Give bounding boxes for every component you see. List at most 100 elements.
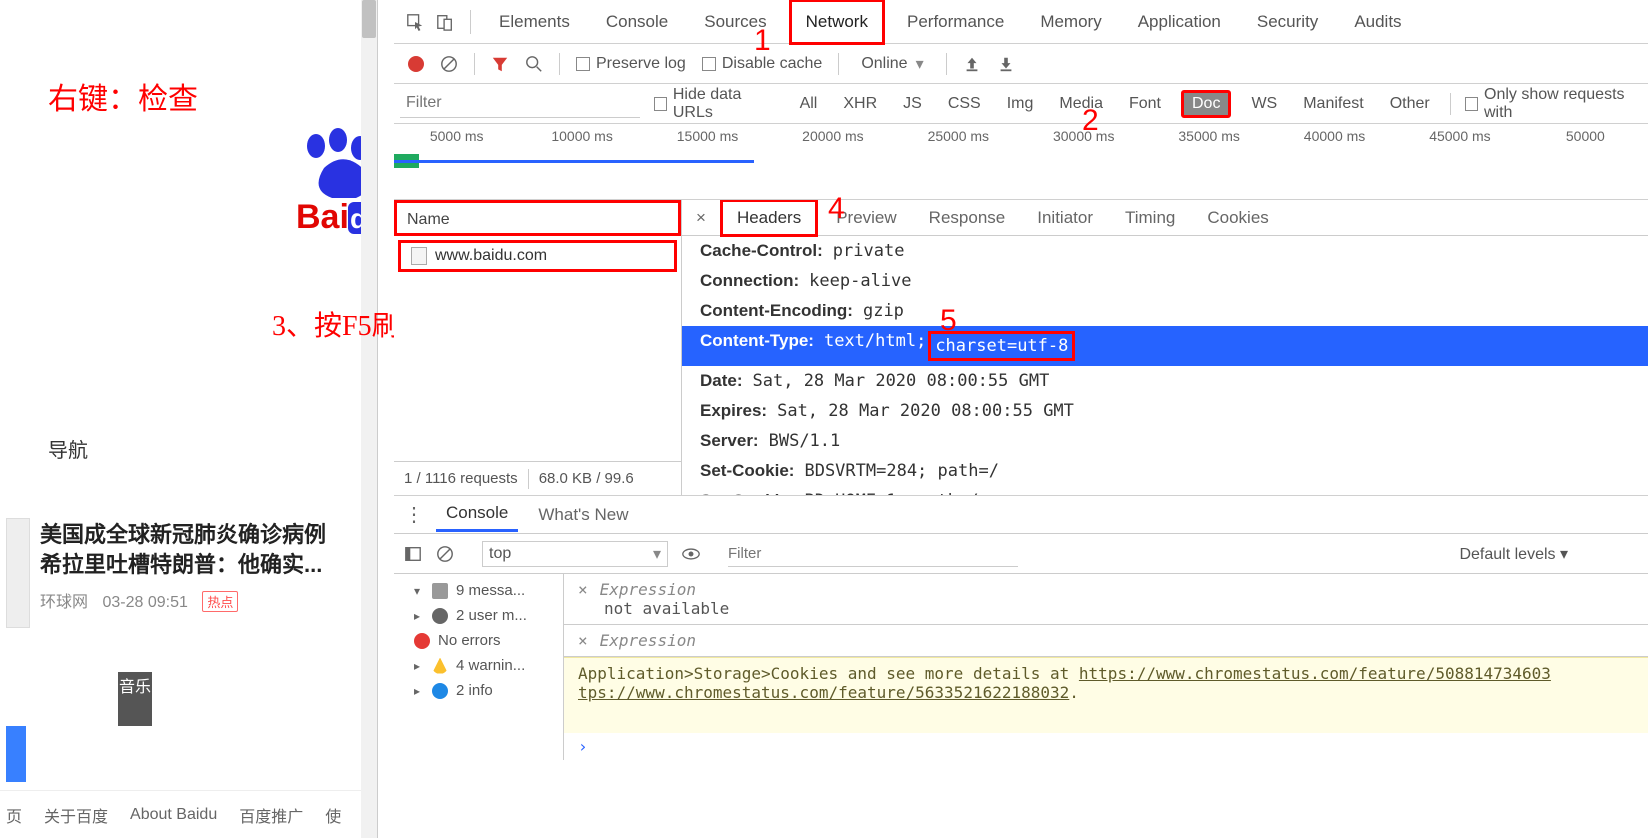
- upload-icon[interactable]: [963, 55, 981, 73]
- filter-input[interactable]: [400, 90, 640, 118]
- tab-audits[interactable]: Audits: [1340, 2, 1415, 42]
- network-timeline[interactable]: 5000 ms 10000 ms 15000 ms 20000 ms 25000…: [394, 124, 1648, 200]
- tab-response[interactable]: Response: [915, 202, 1020, 234]
- msg-group-warnings[interactable]: 4 warnin...: [396, 653, 561, 678]
- tab-headers[interactable]: Headers: [720, 200, 818, 237]
- music-button[interactable]: 音乐: [118, 672, 152, 726]
- filter-type-font[interactable]: Font: [1123, 93, 1167, 115]
- sidebar-toggle-icon[interactable]: [404, 545, 422, 563]
- header-row-selected[interactable]: Content-Type:text/html;charset=utf-8: [682, 326, 1648, 366]
- network-status-bar: 1 / 1116 requests68.0 KB / 99.6: [394, 461, 681, 495]
- tab-initiator[interactable]: Initiator: [1023, 202, 1107, 234]
- tab-application[interactable]: Application: [1124, 2, 1235, 42]
- file-icon: [411, 247, 427, 265]
- page-scrollbar[interactable]: [361, 0, 377, 838]
- tab-security[interactable]: Security: [1243, 2, 1332, 42]
- preserve-log-checkbox[interactable]: Preserve log: [576, 55, 686, 73]
- tab-network[interactable]: Network: [789, 0, 885, 45]
- msg-group-user[interactable]: 2 user m...: [396, 603, 561, 628]
- filter-type-js[interactable]: JS: [897, 93, 928, 115]
- footer-link[interactable]: About Baidu: [130, 806, 217, 824]
- clear-console-icon[interactable]: [436, 545, 454, 563]
- annotation-num-5: 5: [940, 304, 957, 338]
- footer-link[interactable]: 关于百度: [44, 803, 108, 827]
- filter-type-img[interactable]: Img: [1001, 93, 1040, 115]
- only-show-requests-checkbox[interactable]: Only show requests with: [1465, 86, 1648, 122]
- log-levels-select[interactable]: Default levels ▾: [1459, 544, 1568, 564]
- drawer-tab-console[interactable]: Console: [436, 497, 518, 532]
- filter-type-all[interactable]: All: [794, 93, 824, 115]
- header-row[interactable]: Server:BWS/1.1: [682, 426, 1648, 456]
- filter-icon[interactable]: [491, 55, 509, 73]
- console-sidebar: 9 messa... 2 user m... No errors 4 warni…: [394, 574, 564, 760]
- msg-group-errors[interactable]: No errors: [396, 628, 561, 653]
- filter-type-ws[interactable]: WS: [1245, 93, 1283, 115]
- live-expression-box[interactable]: ×Expression: [564, 625, 1648, 657]
- clear-icon[interactable]: [440, 55, 458, 73]
- header-row[interactable]: Content-Encoding:gzip: [682, 296, 1648, 326]
- header-row[interactable]: Set-Cookie:BD_HOME=1; path=/: [682, 486, 1648, 495]
- msg-group-info[interactable]: 2 info: [396, 678, 561, 703]
- news-item[interactable]: 美国成全球新冠肺炎确诊病例希拉里吐槽特朗普：他确实... 环球网 03-28 0…: [0, 516, 362, 612]
- detail-tabs: × Headers Preview Response Initiator Tim…: [682, 200, 1648, 236]
- console-filter-input[interactable]: [728, 541, 1018, 567]
- tab-memory[interactable]: Memory: [1026, 2, 1115, 42]
- name-column-header[interactable]: Name: [394, 200, 681, 236]
- news-source: 环球网: [40, 594, 88, 611]
- warning-link[interactable]: tps://www.chromestatus.com/feature/56335…: [578, 683, 1069, 702]
- device-toggle-icon[interactable]: [434, 11, 456, 33]
- filter-type-xhr[interactable]: XHR: [837, 93, 883, 115]
- request-name-label: www.baidu.com: [435, 247, 547, 265]
- console-prompt[interactable]: ›: [564, 733, 1648, 760]
- tab-performance[interactable]: Performance: [893, 2, 1018, 42]
- download-icon[interactable]: [997, 55, 1015, 73]
- record-button[interactable]: [408, 56, 424, 72]
- request-row[interactable]: www.baidu.com: [398, 240, 677, 272]
- inspect-element-icon[interactable]: [404, 11, 426, 33]
- response-headers-list: Cache-Control:private Connection:keep-al…: [682, 236, 1648, 495]
- network-request-split: Name www.baidu.com 1 / 1116 requests68.0…: [394, 200, 1648, 496]
- news-time: 03-28 09:51: [102, 594, 187, 611]
- console-output: ×Expression not available ×Expression Ap…: [564, 574, 1648, 760]
- footer-link[interactable]: 页: [6, 803, 22, 827]
- filter-type-css[interactable]: CSS: [942, 93, 987, 115]
- footer-links: 页 关于百度 About Baidu 百度推广 使: [0, 790, 362, 838]
- annotation-num-1: 1: [754, 24, 771, 58]
- warning-link[interactable]: https://www.chromestatus.com/feature/508…: [1079, 664, 1551, 683]
- blue-strip: [6, 726, 26, 782]
- context-select[interactable]: top▾: [482, 541, 668, 567]
- nav-header: 导航: [48, 434, 88, 463]
- annotation-num-2: 2: [1082, 104, 1099, 138]
- live-expression-box[interactable]: ×Expression not available: [564, 574, 1648, 625]
- tab-timing[interactable]: Timing: [1111, 202, 1189, 234]
- console-body: 9 messa... 2 user m... No errors 4 warni…: [394, 574, 1648, 760]
- network-filter-bar: Hide data URLs All XHR JS CSS Img Media …: [394, 84, 1648, 124]
- drawer-menu-icon[interactable]: ⋮: [404, 502, 426, 527]
- footer-link[interactable]: 百度推广: [239, 803, 303, 827]
- header-row[interactable]: Set-Cookie:BDSVRTM=284; path=/: [682, 456, 1648, 486]
- drawer-tab-whatsnew[interactable]: What's New: [528, 499, 638, 531]
- close-icon[interactable]: ×: [578, 631, 588, 650]
- console-warning: Application>Storage>Cookies and see more…: [564, 657, 1648, 733]
- header-row[interactable]: Cache-Control:private: [682, 236, 1648, 266]
- filter-type-manifest[interactable]: Manifest: [1297, 93, 1369, 115]
- footer-link[interactable]: 使: [325, 803, 341, 827]
- close-icon[interactable]: ×: [686, 208, 716, 228]
- header-row[interactable]: Date:Sat, 28 Mar 2020 08:00:55 GMT: [682, 366, 1648, 396]
- header-row[interactable]: Expires:Sat, 28 Mar 2020 08:00:55 GMT: [682, 396, 1648, 426]
- tab-console[interactable]: Console: [592, 2, 682, 42]
- search-icon[interactable]: [525, 55, 543, 73]
- svg-text:Bai: Bai: [296, 198, 349, 236]
- filter-type-doc[interactable]: Doc: [1181, 90, 1231, 118]
- hide-data-urls-checkbox[interactable]: Hide data URLs: [654, 86, 780, 122]
- live-expression-icon[interactable]: [682, 545, 700, 563]
- close-icon[interactable]: ×: [578, 580, 588, 599]
- msg-group-all[interactable]: 9 messa...: [396, 578, 561, 603]
- tab-cookies[interactable]: Cookies: [1193, 202, 1282, 234]
- tab-elements[interactable]: Elements: [485, 2, 584, 42]
- annotation-num-4: 4: [828, 192, 845, 226]
- header-row[interactable]: Connection:keep-alive: [682, 266, 1648, 296]
- devtools-tabs: Elements Console Sources Network Perform…: [394, 0, 1648, 44]
- filter-type-other[interactable]: Other: [1384, 93, 1436, 115]
- throttling-select[interactable]: Online▾: [855, 52, 929, 76]
